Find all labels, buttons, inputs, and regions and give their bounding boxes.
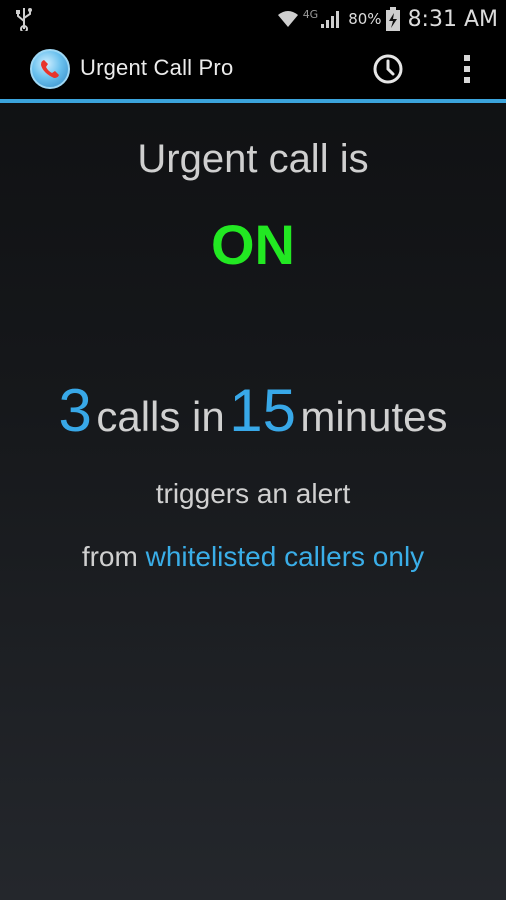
alert-rule: 3 calls in 15 minutes (0, 376, 506, 445)
app-title: Urgent Call Pro (80, 55, 234, 80)
history-button[interactable] (369, 50, 407, 88)
wifi-icon (277, 11, 298, 27)
trigger-text: triggers an alert (155, 478, 351, 509)
usb-icon (16, 8, 32, 31)
action-bar-divider (0, 99, 506, 103)
status-heading: Urgent call is (137, 137, 369, 181)
network-type: 4G (302, 7, 319, 21)
status-clock: 8:31 AM (407, 6, 498, 32)
status-indicators: 4G 80% 8:31 AM (276, 0, 498, 38)
battery-charging-icon (385, 7, 400, 31)
rule-suffix: minutes (300, 393, 448, 440)
signal-icon (321, 11, 340, 28)
caller-filter-link[interactable]: whitelisted callers only (146, 541, 425, 572)
overflow-menu-icon (464, 55, 470, 83)
status-bar: 4G 80% 8:31 AM (0, 0, 506, 38)
history-clock-icon (373, 54, 403, 84)
status-value[interactable]: ON (0, 212, 506, 277)
action-bar (0, 38, 506, 100)
rule-mid-text: calls in (96, 393, 225, 440)
overflow-menu-button[interactable] (452, 50, 482, 88)
from-prefix: from (81, 541, 138, 572)
battery-percent: 80% (348, 10, 382, 28)
app-logo-phone-icon[interactable] (30, 49, 70, 89)
minutes-count[interactable]: 15 (229, 377, 296, 444)
call-count[interactable]: 3 (59, 377, 92, 444)
caller-filter-line: from whitelisted callers only (0, 541, 506, 573)
